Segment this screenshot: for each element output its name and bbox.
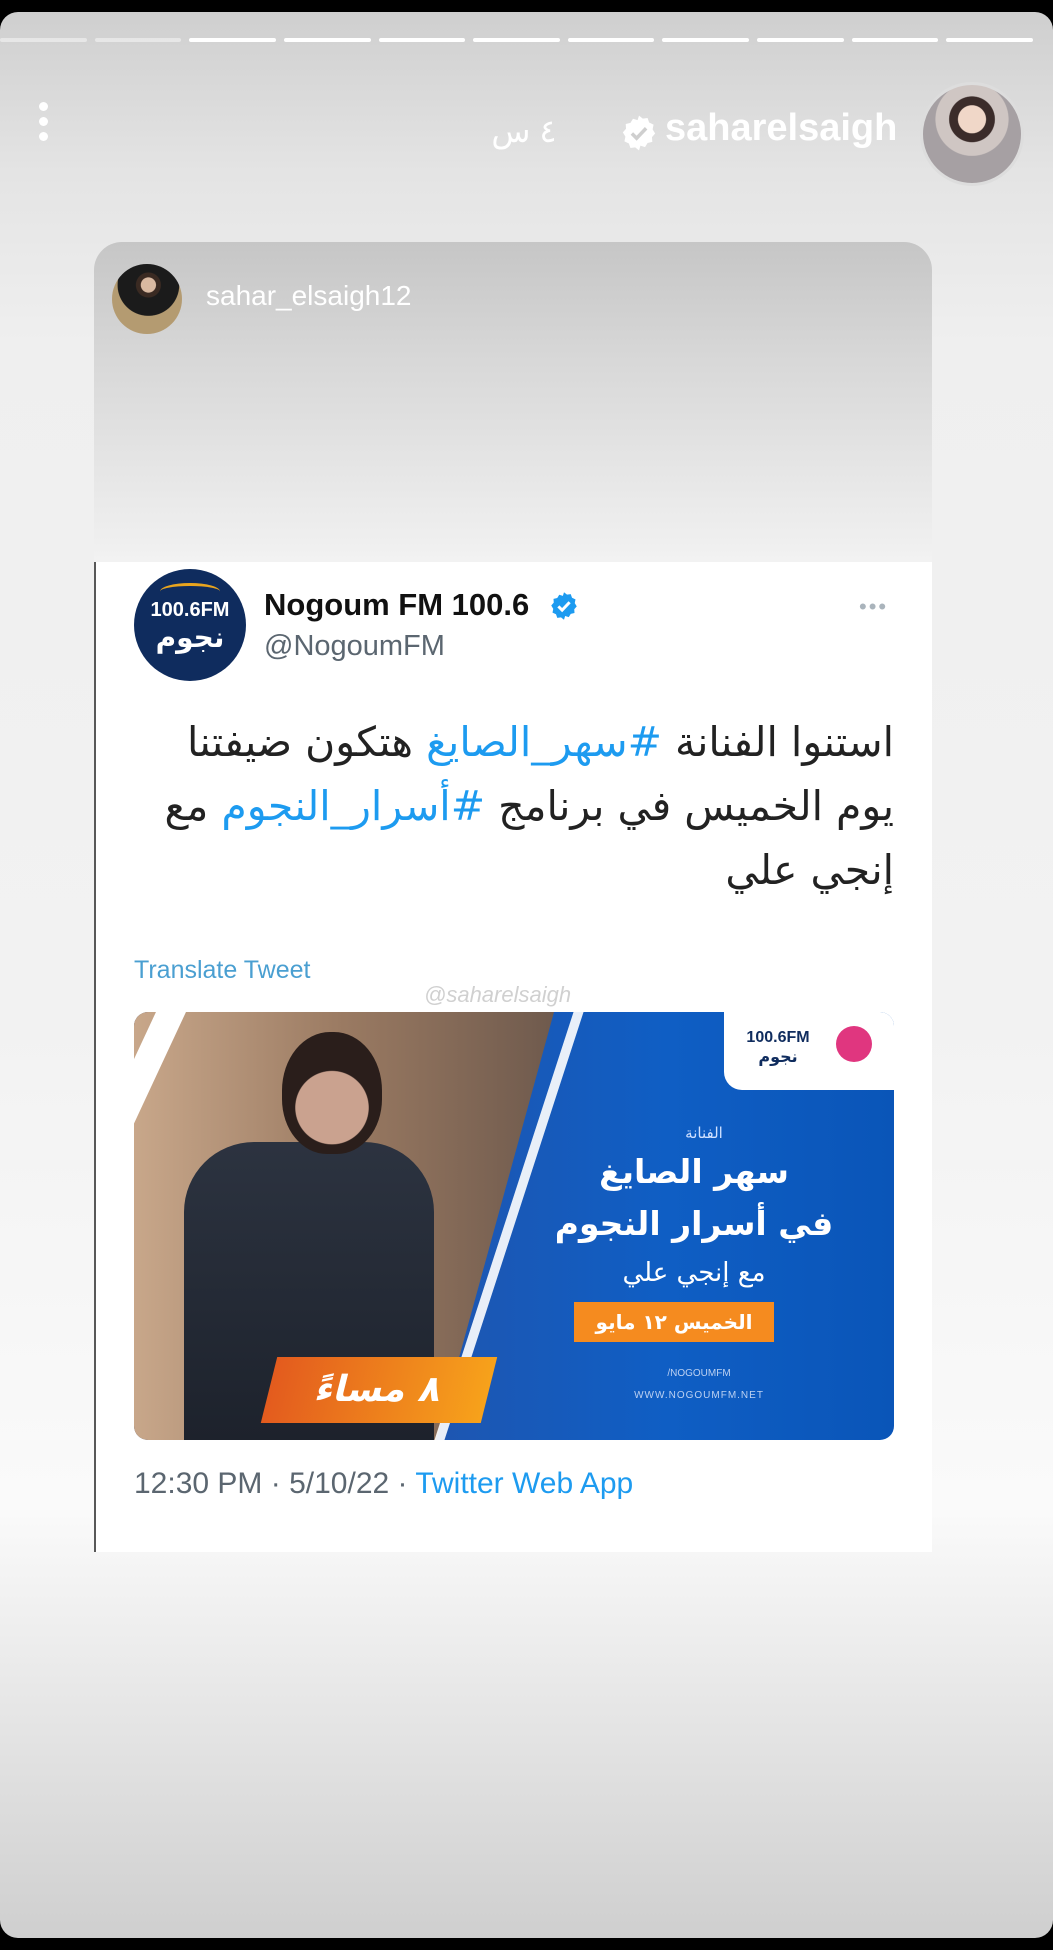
meta-separator: · bbox=[270, 1467, 290, 1500]
tweet-source: Twitter Web App bbox=[415, 1467, 634, 1500]
story-progress-segment bbox=[757, 38, 844, 42]
post-avatar[interactable] bbox=[112, 264, 182, 334]
hashtag-link: #أسرار_النجوم bbox=[221, 782, 486, 830]
tweet-image-poster: 100.6FM نجوم الفنانة سهر الصايغ في أسرار… bbox=[134, 1012, 894, 1440]
post-username[interactable]: sahar_elsaigh12 bbox=[206, 280, 506, 320]
tweet-handle: @NogoumFM bbox=[264, 630, 445, 662]
tweet-divider bbox=[94, 562, 96, 1552]
story-progress-segment bbox=[567, 38, 655, 42]
dot bbox=[39, 102, 48, 111]
poster-show-name: في أسرار النجوم bbox=[554, 1204, 834, 1243]
story-progress-segment bbox=[0, 38, 87, 42]
poster-time-badge: ٨ مساءً bbox=[260, 1357, 498, 1423]
tweet-text-line: إنجي علي bbox=[154, 838, 894, 902]
logo-frequency: 100.6FM bbox=[150, 599, 230, 621]
tweet-text-fragment: هتكون ضيفتنا bbox=[186, 718, 427, 766]
person-head bbox=[282, 1032, 382, 1154]
more-horizontal-icon: ••• bbox=[859, 594, 889, 619]
story-progress-segment bbox=[946, 38, 1033, 42]
translate-tweet-link: Translate Tweet bbox=[134, 956, 311, 984]
tweet-text: استنوا الفنانة #سهر_الصايغ هتكون ضيفتنا ي… bbox=[154, 710, 894, 920]
watermark: @saharelsaigh bbox=[424, 982, 572, 1007]
tweet-text-fragment: استنوا الفنانة bbox=[661, 718, 894, 766]
star-arc-icon bbox=[160, 583, 220, 600]
story-username[interactable]: saharelsaigh bbox=[665, 107, 930, 157]
verified-badge-icon bbox=[622, 115, 656, 151]
tweet-date: 5/10/22 bbox=[289, 1467, 390, 1500]
story-progress-segment bbox=[94, 38, 182, 42]
tweet-screenshot: 100.6FM نجوم Nogoum FM 100.6 @NogoumFM •… bbox=[94, 562, 932, 1552]
tweet-avatar: 100.6FM نجوم bbox=[134, 569, 246, 681]
tweet-meta: 12:30 PM · 5/10/22 · Twitter Web App bbox=[134, 1467, 894, 1507]
meta-separator: · bbox=[397, 1467, 416, 1500]
tweet-text-fragment: مع bbox=[164, 782, 222, 830]
poster-logo-box: 100.6FM نجوم bbox=[724, 1012, 894, 1090]
poster-date-badge: الخميس ١٢ مايو bbox=[574, 1302, 774, 1342]
verified-badge-icon bbox=[551, 592, 577, 620]
logo-arabic: نجوم bbox=[155, 622, 225, 653]
story-avatar[interactable] bbox=[920, 82, 1024, 186]
tweet-time: 12:30 PM bbox=[134, 1467, 263, 1500]
reshared-post[interactable]: sahar_elsaigh12 100.6FM نجوم Nogoum FM 1… bbox=[94, 242, 932, 1552]
poster-show-logo-icon bbox=[836, 1026, 872, 1062]
story-progress-segment bbox=[851, 38, 939, 42]
tweet-text-fragment: يوم الخميس في برنامج bbox=[485, 782, 894, 830]
poster-social-handle: /NOGOUMFM bbox=[667, 1368, 731, 1379]
poster-station-logo: 100.6FM نجوم bbox=[746, 1029, 810, 1066]
story-progress-segment bbox=[283, 38, 371, 42]
more-options-icon[interactable] bbox=[34, 92, 52, 152]
story-viewer: ٤ س saharelsaigh sahar_elsaigh12 100.6FM… bbox=[0, 12, 1053, 1938]
story-time-ago: ٤ س bbox=[491, 113, 557, 149]
poster-website: WWW.NOGOUMFM.NET bbox=[634, 1390, 764, 1401]
dot bbox=[39, 132, 48, 141]
poster-guest-name: سهر الصايغ bbox=[599, 1152, 789, 1191]
story-progress-segment bbox=[378, 38, 466, 42]
dot bbox=[39, 117, 48, 126]
story-progress-segment bbox=[473, 38, 560, 42]
post-header-band: sahar_elsaigh12 bbox=[94, 242, 932, 572]
hashtag-link: #سهر_الصايغ bbox=[426, 718, 662, 766]
tweet-text-line: يوم الخميس في برنامج #أسرار_النجوم مع bbox=[154, 774, 894, 838]
tweet-display-name: Nogoum FM 100.6 bbox=[264, 587, 530, 622]
tweet-text-line: استنوا الفنانة #سهر_الصايغ هتكون ضيفتنا bbox=[154, 710, 894, 774]
poster-host: مع إنجي علي bbox=[622, 1258, 766, 1288]
story-progress-bar bbox=[0, 38, 1053, 42]
poster-label: الفنانة bbox=[685, 1125, 723, 1142]
tweet-text-fragment: إنجي علي bbox=[725, 846, 894, 894]
story-progress-segment bbox=[662, 38, 750, 42]
story-progress-segment bbox=[189, 38, 276, 42]
